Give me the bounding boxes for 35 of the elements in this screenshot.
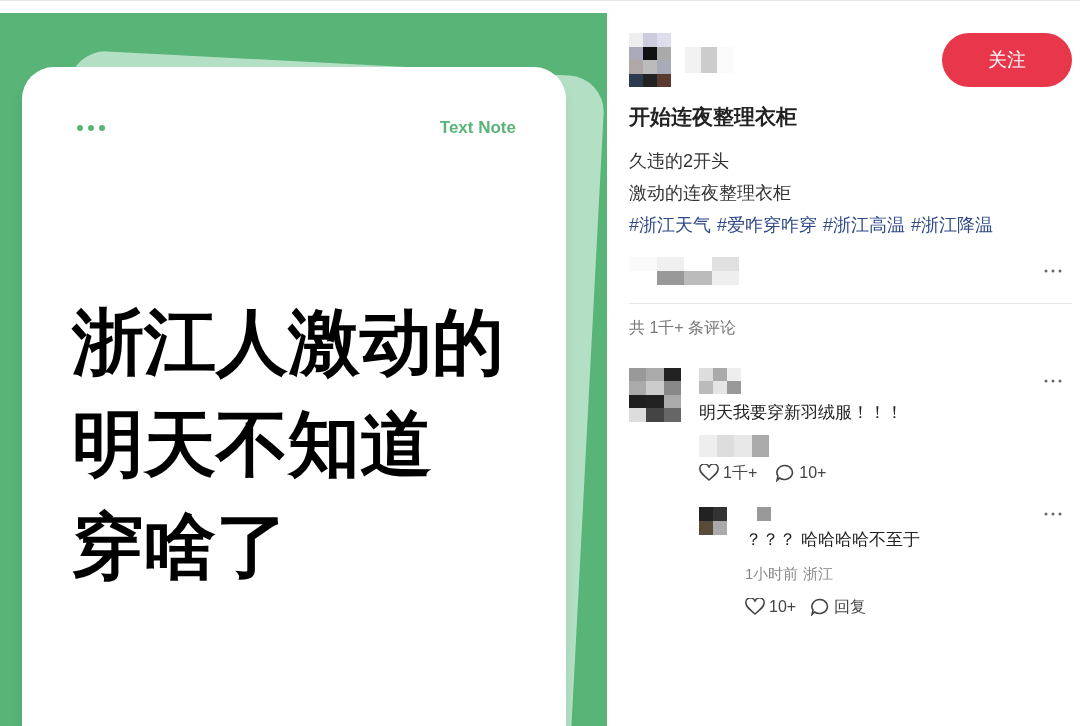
username-pixelated [757,507,771,521]
avatar-pixelated [629,367,681,422]
comment-text: 明天我要穿新羽绒服！！！ [699,401,904,424]
comment-count: 共 1千+ 条评论 [629,317,738,338]
note-label: Text Note [439,117,516,139]
post-text: 久违的2开头 [629,149,730,173]
comment-icon[interactable] [775,464,796,482]
reply-button[interactable]: 回复 [810,595,867,619]
heart-icon[interactable] [745,598,765,616]
hashtag-link[interactable]: #爱咋穿咋穿 [717,214,818,235]
reply-count: 10+ [799,463,827,483]
more-icon [76,123,106,132]
avatar-pixelated [699,507,727,535]
hashtag-link[interactable]: #浙江降温 [911,214,994,235]
avatar-pixelated [629,33,671,87]
meta-pixelated [699,435,769,457]
hashtag-link[interactable]: #浙江天气 [629,214,711,235]
heart-icon[interactable] [699,464,719,482]
reply-text: ？？？ 哈哈哈哈不至于 [745,529,921,551]
username-pixelated [699,367,741,394]
reply-meta: 1小时前 浙江 [745,563,834,584]
comment-icon [810,598,831,616]
post-text: 激动的连夜整理衣柜 [629,181,792,205]
post-title: 开始连夜整理衣柜 [629,104,798,130]
username-pixelated [685,47,733,73]
like-count: 1千+ [723,463,758,483]
more-icon[interactable] [1044,268,1062,273]
note-text-line: 明天不知道 [72,402,433,486]
follow-button[interactable]: 关注 [942,33,1072,87]
note-text-line: 浙江人激动的 [72,300,505,384]
more-icon[interactable] [1044,378,1062,383]
note-text-line: 穿啥了 [72,504,289,588]
more-icon[interactable] [1044,512,1062,516]
hashtag-link[interactable]: #浙江高温 [823,214,906,235]
like-count: 10+ [769,597,797,617]
